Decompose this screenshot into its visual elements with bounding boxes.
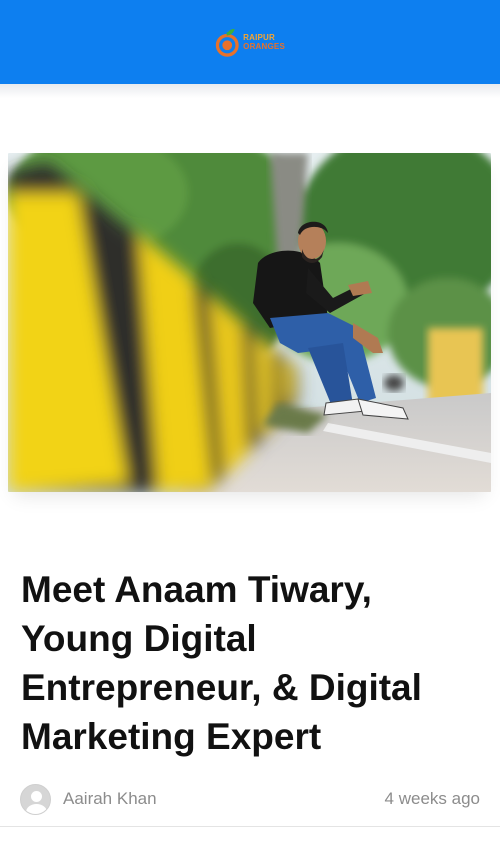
- article-meta: Aairah Khan 4 weeks ago: [20, 783, 480, 815]
- article-featured-image[interactable]: [8, 153, 491, 492]
- author-name[interactable]: Aairah Khan: [63, 789, 157, 809]
- top-app-bar: RAIPUR ORANGES: [0, 0, 500, 84]
- orange-logo-icon: [215, 28, 239, 57]
- user-avatar-icon: [20, 783, 51, 815]
- featured-photo: [8, 153, 491, 492]
- logo-line-raipur: RAIPUR: [243, 33, 276, 42]
- avatar-head: [31, 790, 42, 802]
- author-info[interactable]: Aairah Khan: [20, 783, 157, 815]
- site-logo[interactable]: RAIPUR ORANGES: [215, 20, 285, 64]
- article-title[interactable]: Meet Anaam Tiwary, Young Digital Entrepr…: [21, 565, 481, 761]
- avatar-body: [26, 803, 47, 814]
- meta-divider: [0, 826, 500, 827]
- logo-line-oranges: ORANGES: [243, 42, 285, 51]
- logo-wordmark: RAIPUR ORANGES: [243, 33, 285, 51]
- published-time: 4 weeks ago: [384, 789, 480, 808]
- header-shadow: [0, 84, 500, 98]
